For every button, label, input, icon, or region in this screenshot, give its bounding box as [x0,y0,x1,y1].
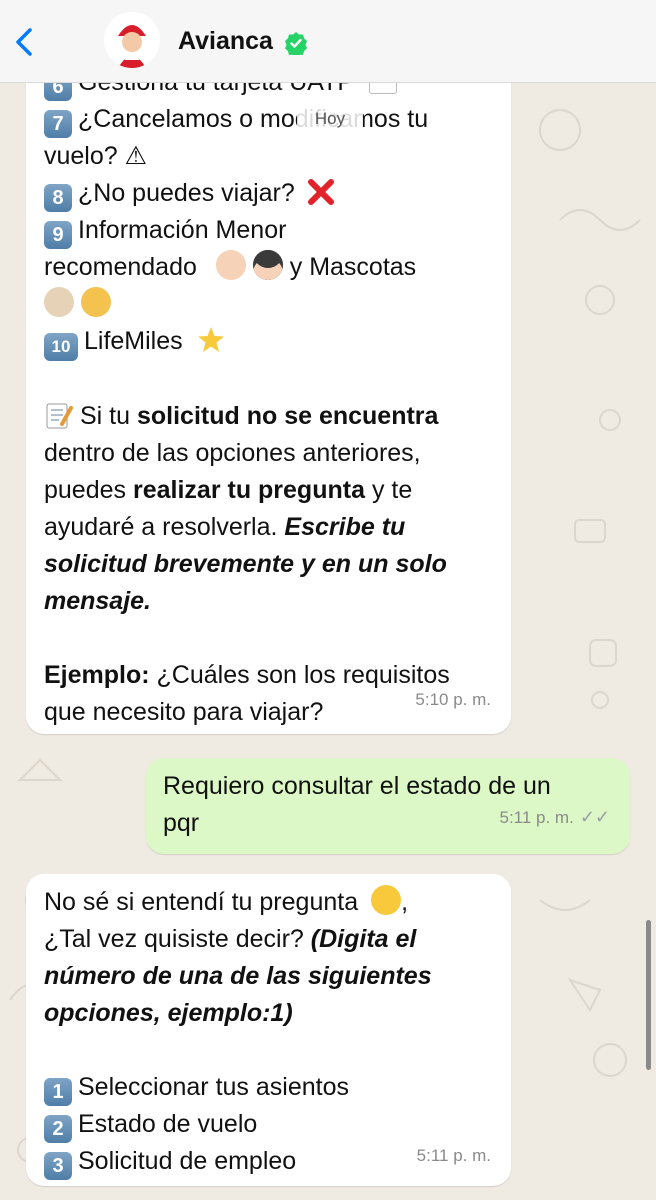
message-line: Si tu solicitud no se encuentra [44,398,450,435]
message-line: Ejemplo: ¿Cuáles son los requisitos [44,661,450,689]
chevron-left-icon [16,28,32,56]
message-line: dentro de las opciones anteriores, [44,439,421,467]
cross-mark-icon [307,179,334,205]
double-check-icon: ✓✓ [579,807,610,827]
message-bubble-outgoing[interactable]: Requiero consultar el estado de un pqr 5… [146,758,630,854]
memo-icon [368,82,397,94]
message-line: recomendado y Mascotas [44,249,450,286]
message-line: mensaje. [44,587,152,615]
message-timestamp: 5:10 p. m. [415,690,491,709]
keycap-6-icon: 6 [44,82,72,101]
message-line: 8 ¿No puedes viajar? [44,175,450,212]
message-timestamp: 5:11 p. m. ✓✓ [499,799,610,836]
message-bubble-incoming[interactable]: 6 Gestiona tu tarjeta UATP 7 ¿Cancelamos o… [26,82,511,734]
message-line: que necesito para viajar? [44,698,324,726]
message-line: 6 Gestiona tu tarjeta UATP [44,82,450,101]
avatar[interactable] [104,12,160,68]
keycap-7-icon: 7 [44,110,72,138]
contact-name[interactable]: Avianca [178,27,273,56]
option-item: 3 Solicitud de empleo [44,1143,432,1180]
grinning-sweat-face-icon [371,885,402,915]
message-line: 7 ¿Cancelamos o modificamos tu [44,101,450,138]
message-line: ayudaré a resolverla. Escribe tu [44,513,406,541]
message-line: puedes realizar tu pregunta y te [44,476,413,504]
message-line: No sé si entendí tu pregunta , [44,884,432,921]
option-item: 2 Estado de vuelo [44,1106,432,1143]
message-line: opciones, ejemplo:1) [44,999,293,1027]
verified-badge-icon [285,32,307,55]
memo-pencil-icon [46,403,73,429]
dog-face-icon [44,287,74,317]
girl-icon [252,250,283,280]
message-bubble-incoming[interactable]: No sé si entendí tu pregunta , ¿Tal vez … [26,874,511,1186]
message-line: vuelo? ⚠ [44,142,148,170]
keycap-10-icon: 10 [44,333,78,361]
keycap-3-icon: 3 [44,1152,72,1180]
message-line: pqr [163,809,200,837]
cat-face-icon [80,287,111,317]
message-line: ¿Tal vez quisiste decir? (Digita el [44,925,417,953]
message-timestamp: 5:11 p. m. [416,1146,491,1165]
chat-header: Avianca [0,0,656,83]
keycap-2-icon: 2 [44,1115,72,1143]
option-item: 1 Seleccionar tus asientos [44,1069,432,1106]
keycap-9-icon: 9 [44,221,72,249]
message-line: 10 LifeMiles [44,323,450,361]
message-line [44,286,450,323]
message-line: Requiero consultar el estado de un [163,772,551,800]
keycap-8-icon: 8 [44,184,72,212]
back-button[interactable] [8,20,44,64]
message-line: 9 Información Menor [44,212,450,249]
scrollbar[interactable] [646,920,651,1070]
glowing-star-icon [197,327,224,352]
baby-icon [215,250,246,280]
message-line: número de una de las siguientes [44,962,432,990]
message-line: solicitud brevemente y en un solo [44,550,447,578]
keycap-1-icon: 1 [44,1078,72,1106]
avianca-mascot-icon [104,12,160,68]
chat-messages[interactable]: 6 Gestiona tu tarjeta UATP 7 ¿Cancelamos o… [0,82,656,1200]
date-separator: Hoy [297,104,363,134]
